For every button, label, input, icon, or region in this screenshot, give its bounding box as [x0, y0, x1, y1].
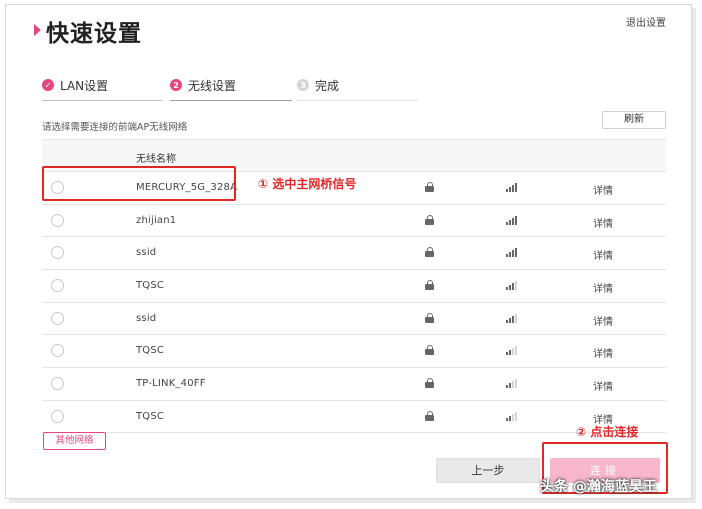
step-label: LAN设置	[60, 78, 109, 93]
check-icon: ✓	[42, 79, 54, 91]
lock-icon	[425, 280, 434, 291]
signal-strength-icon	[506, 411, 518, 421]
other-network-button[interactable]: 其他网络	[43, 432, 106, 450]
table-row[interactable]: ssid 详情	[42, 301, 666, 335]
previous-step-button[interactable]: 上一步	[436, 458, 540, 483]
details-link[interactable]: 详情	[593, 182, 613, 197]
step-divider	[297, 100, 419, 101]
page-title: 快速设置	[46, 21, 142, 47]
annotation-box-ssid	[42, 166, 236, 201]
table-row[interactable]: zhijian1 详情	[42, 203, 666, 237]
network-ssid: TP-LINK_40FF	[136, 378, 206, 390]
table-row[interactable]: TQSC 详情	[42, 334, 666, 367]
lock-icon	[425, 214, 434, 225]
details-link[interactable]: 详情	[593, 378, 613, 393]
title-marker-icon	[34, 24, 41, 36]
instruction-text: 请选择需要连接的前端AP无线网络	[42, 122, 188, 133]
exit-setup-link[interactable]: 退出设置	[626, 14, 666, 29]
details-link[interactable]: 详情	[593, 215, 613, 230]
network-radio[interactable]	[51, 377, 64, 391]
step-wireless: 2 无线设置	[170, 76, 236, 94]
network-ssid: zhijian1	[136, 214, 177, 226]
step-finish: 3 完成	[297, 76, 339, 94]
table-row[interactable]: ssid 详情	[42, 236, 666, 269]
network-ssid: ssid	[136, 247, 157, 259]
annotation-click-connect: ② 点击连接	[576, 425, 639, 439]
signal-strength-icon	[506, 248, 518, 258]
lock-icon	[425, 312, 434, 323]
column-header-name: 无线名称	[136, 154, 176, 165]
table-row[interactable]: TP-LINK_40FF 详情	[42, 367, 666, 400]
step-divider	[42, 100, 162, 101]
step-divider	[170, 100, 292, 101]
signal-strength-icon	[506, 379, 518, 389]
details-link[interactable]: 详情	[593, 280, 613, 295]
network-radio[interactable]	[51, 246, 64, 260]
network-ssid: ssid	[136, 312, 157, 324]
lock-icon	[425, 378, 434, 389]
details-link[interactable]: 详情	[593, 247, 613, 262]
lock-icon	[425, 182, 434, 192]
refresh-button[interactable]: 刷新	[602, 111, 666, 129]
step-number-icon: 2	[170, 79, 182, 91]
network-radio[interactable]	[51, 213, 64, 227]
network-ssid: TQSC	[136, 280, 165, 292]
network-radio[interactable]	[51, 279, 64, 293]
signal-strength-icon	[506, 313, 518, 323]
lock-icon	[425, 247, 434, 258]
lock-icon	[425, 410, 434, 421]
step-lan: ✓ LAN设置	[42, 76, 108, 94]
network-ssid: TQSC	[136, 345, 165, 357]
network-radio[interactable]	[51, 344, 64, 358]
signal-strength-icon	[506, 281, 518, 291]
table-row[interactable]: TQSC 详情	[42, 399, 666, 433]
details-link[interactable]: 详情	[593, 313, 613, 328]
step-number-icon: 3	[297, 79, 309, 91]
table-row[interactable]: TQSC 详情	[42, 269, 666, 302]
lock-icon	[425, 345, 434, 356]
annotation-select-bridge: ① 选中主网桥信号	[258, 177, 357, 191]
step-label: 完成	[315, 78, 340, 93]
signal-strength-icon	[506, 346, 518, 356]
network-radio[interactable]	[51, 311, 64, 325]
step-label: 无线设置	[188, 78, 237, 93]
details-link[interactable]: 详情	[593, 345, 613, 360]
signal-strength-icon	[506, 183, 518, 192]
network-radio[interactable]	[51, 409, 64, 423]
network-ssid: TQSC	[136, 410, 165, 422]
signal-strength-icon	[506, 215, 518, 225]
watermark-text: 头条 @瀚海蓝昊王	[540, 479, 657, 495]
